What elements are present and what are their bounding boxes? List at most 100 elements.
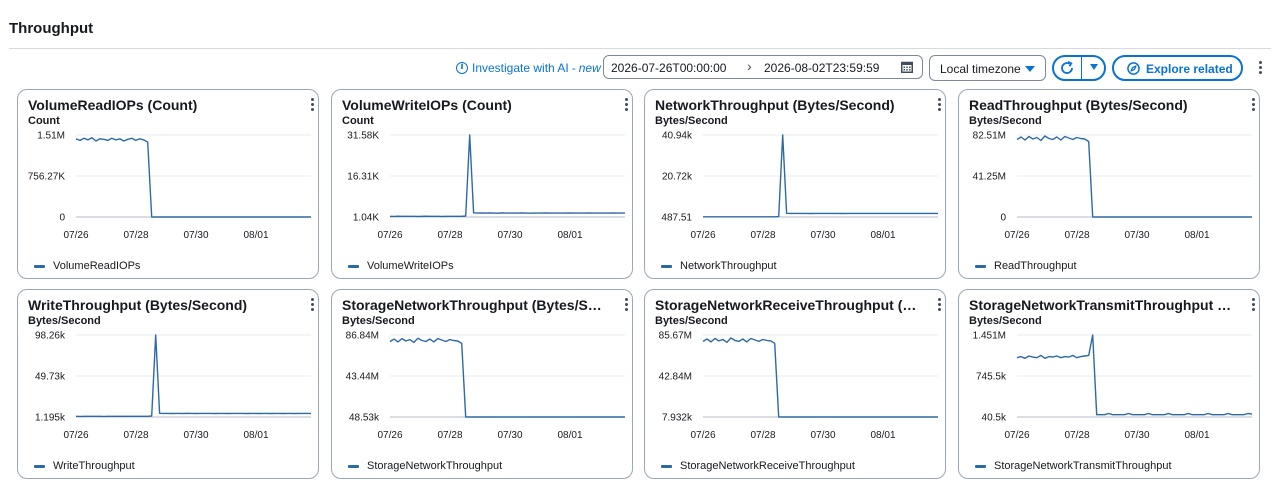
legend-label: WriteThroughput bbox=[53, 460, 135, 472]
y-tick-label: 98.26k bbox=[35, 331, 66, 342]
chart-legend[interactable]: StorageNetworkThroughput bbox=[348, 460, 502, 472]
new-badge: new bbox=[578, 61, 601, 75]
widget-title: StorageNetworkTransmitThroughput (Bytes/… bbox=[969, 297, 1234, 313]
y-tick-label: 49.73k bbox=[35, 372, 66, 383]
series-line[interactable] bbox=[1016, 334, 1253, 416]
x-tick-label: 08/01 bbox=[1184, 430, 1209, 441]
legend-swatch bbox=[975, 464, 986, 468]
timezone-selected: Local timezone bbox=[940, 62, 1021, 76]
metric-widget[interactable]: StorageNetworkReceiveThroughput (Bytes/S… bbox=[644, 289, 946, 479]
widget-more-options-icon[interactable] bbox=[311, 98, 315, 112]
widget-more-options-icon[interactable] bbox=[625, 298, 629, 312]
legend-label: StorageNetworkTransmitThroughput bbox=[994, 460, 1172, 472]
y-tick-label: 40.94k bbox=[662, 131, 693, 142]
metric-widget[interactable]: StorageNetworkTransmitThroughput (Bytes/… bbox=[958, 289, 1260, 479]
date-range-picker[interactable]: 2026-07-26T00:00:00 › 2026-08-02T23:59:5… bbox=[603, 55, 923, 79]
widget-more-options-icon[interactable] bbox=[625, 98, 629, 112]
y-tick-label: 1.51M bbox=[37, 131, 65, 142]
line-chart: 86.84M 43.44M 48.53k 07/26 07/28 07/30 08/01 bbox=[346, 331, 625, 441]
compass-icon bbox=[1127, 62, 1140, 75]
refresh-options-caret-icon[interactable] bbox=[1090, 64, 1098, 70]
x-tick-label: 08/01 bbox=[243, 230, 268, 241]
y-tick-label: 756.27K bbox=[28, 172, 66, 183]
metric-widget[interactable]: VolumeReadIOPs (Count) Count 1.51M 756.27K 0… bbox=[17, 89, 319, 279]
legend-swatch bbox=[661, 264, 672, 268]
widget-title: VolumeWriteIOPs (Count) bbox=[342, 97, 512, 113]
explore-related-button[interactable]: Explore related bbox=[1112, 55, 1243, 81]
metric-widget[interactable]: NetworkThroughput (Bytes/Second) Bytes/Se… bbox=[644, 89, 946, 279]
x-tick-label: 08/01 bbox=[557, 430, 582, 441]
date-range-end[interactable]: 2026-08-02T23:59:59 bbox=[764, 61, 879, 75]
x-tick-label: 08/01 bbox=[1184, 230, 1209, 241]
chart-legend[interactable]: ReadThroughput bbox=[975, 260, 1077, 272]
widget-more-options-icon[interactable] bbox=[1252, 98, 1256, 112]
refresh-button-group bbox=[1052, 55, 1106, 81]
y-tick-label: 43.44M bbox=[346, 372, 379, 383]
y-tick-label: 0 bbox=[1000, 213, 1006, 224]
chart-legend[interactable]: WriteThroughput bbox=[34, 460, 135, 472]
refresh-divider bbox=[1081, 57, 1082, 79]
metric-widget[interactable]: WriteThroughput (Bytes/Second) Bytes/Seco… bbox=[17, 289, 319, 479]
widget-more-options-icon[interactable] bbox=[311, 298, 315, 312]
widget-title: StorageNetworkReceiveThroughput (Bytes/S… bbox=[655, 297, 920, 313]
x-tick-label: 07/26 bbox=[1004, 230, 1029, 241]
x-tick-label: 07/26 bbox=[63, 430, 88, 441]
x-tick-label: 07/28 bbox=[123, 230, 148, 241]
y-tick-label: 86.84M bbox=[346, 331, 379, 342]
y-axis-label: Bytes/Second bbox=[28, 315, 101, 327]
y-tick-label: 42.84M bbox=[659, 372, 692, 383]
line-chart: 98.26k 49.73k 1.195k 07/26 07/28 07/30 08/01 bbox=[35, 331, 311, 441]
series-line[interactable] bbox=[702, 337, 938, 418]
line-chart: 40.94k 20.72k 487.51 07/26 07/28 07/30 08/01 bbox=[661, 131, 938, 241]
x-tick-label: 07/26 bbox=[690, 430, 715, 441]
calendar-icon[interactable] bbox=[901, 61, 913, 73]
investigate-ai-label: Investigate with AI bbox=[472, 61, 569, 75]
y-axis-label: Bytes/Second bbox=[655, 315, 728, 327]
legend-swatch bbox=[34, 464, 45, 468]
x-tick-label: 07/30 bbox=[497, 430, 522, 441]
chart-legend[interactable]: StorageNetworkReceiveThroughput bbox=[661, 460, 855, 472]
date-range-start[interactable]: 2026-07-26T00:00:00 bbox=[611, 61, 726, 75]
y-axis-label: Bytes/Second bbox=[969, 315, 1042, 327]
timezone-select[interactable]: Local timezone bbox=[929, 55, 1046, 81]
y-axis-label: Bytes/Second bbox=[655, 115, 728, 127]
line-chart: 82.51M 41.25M 0 07/26 07/28 07/30 08/01 bbox=[973, 131, 1252, 241]
legend-label: NetworkThroughput bbox=[680, 260, 777, 272]
x-tick-label: 07/30 bbox=[1124, 230, 1149, 241]
widget-more-options-icon[interactable] bbox=[938, 98, 942, 112]
series-line[interactable] bbox=[389, 337, 625, 418]
widget-more-options-icon[interactable] bbox=[1252, 298, 1256, 312]
y-tick-label: 487.51 bbox=[661, 213, 692, 224]
x-tick-label: 07/30 bbox=[810, 230, 835, 241]
line-chart: 1.51M 756.27K 0 07/26 07/28 07/30 08/01 bbox=[28, 131, 311, 241]
widget-more-options-icon[interactable] bbox=[938, 298, 942, 312]
chevron-right-icon: › bbox=[747, 58, 752, 74]
legend-swatch bbox=[348, 464, 359, 468]
widget-title: StorageNetworkThroughput (Bytes/Second) bbox=[342, 297, 607, 313]
chart-legend[interactable]: VolumeReadIOPs bbox=[34, 260, 140, 272]
investigate-ai-link[interactable]: i Investigate with AI - new bbox=[456, 61, 601, 75]
metric-widget[interactable]: VolumeWriteIOPs (Count) Count 31.58K 16.31K… bbox=[331, 89, 633, 279]
x-tick-label: 07/30 bbox=[497, 230, 522, 241]
x-tick-label: 07/30 bbox=[183, 430, 208, 441]
y-tick-label: 20.72k bbox=[662, 172, 693, 183]
title-divider bbox=[9, 48, 1271, 49]
refresh-icon[interactable] bbox=[1059, 60, 1075, 76]
legend-swatch bbox=[975, 264, 986, 268]
legend-label: StorageNetworkReceiveThroughput bbox=[680, 460, 855, 472]
metric-widget[interactable]: StorageNetworkThroughput (Bytes/Second) B… bbox=[331, 289, 633, 479]
series-line[interactable] bbox=[75, 137, 311, 218]
legend-label: ReadThroughput bbox=[994, 260, 1077, 272]
legend-swatch bbox=[661, 464, 672, 468]
x-tick-label: 07/28 bbox=[1064, 230, 1089, 241]
line-chart: 1.451M 745.5k 40.5k 07/26 07/28 07/30 08/01 bbox=[973, 331, 1253, 441]
page-more-options-icon[interactable] bbox=[1259, 61, 1263, 75]
y-axis-label: Bytes/Second bbox=[969, 115, 1042, 127]
y-tick-label: 31.58K bbox=[347, 131, 379, 142]
chart-legend[interactable]: StorageNetworkTransmitThroughput bbox=[975, 460, 1172, 472]
chart-legend[interactable]: NetworkThroughput bbox=[661, 260, 777, 272]
widget-title: NetworkThroughput (Bytes/Second) bbox=[655, 97, 895, 113]
chart-legend[interactable]: VolumeWriteIOPs bbox=[348, 260, 454, 272]
y-tick-label: 1.195k bbox=[35, 413, 66, 424]
metric-widget[interactable]: ReadThroughput (Bytes/Second) Bytes/Secon… bbox=[958, 89, 1260, 279]
